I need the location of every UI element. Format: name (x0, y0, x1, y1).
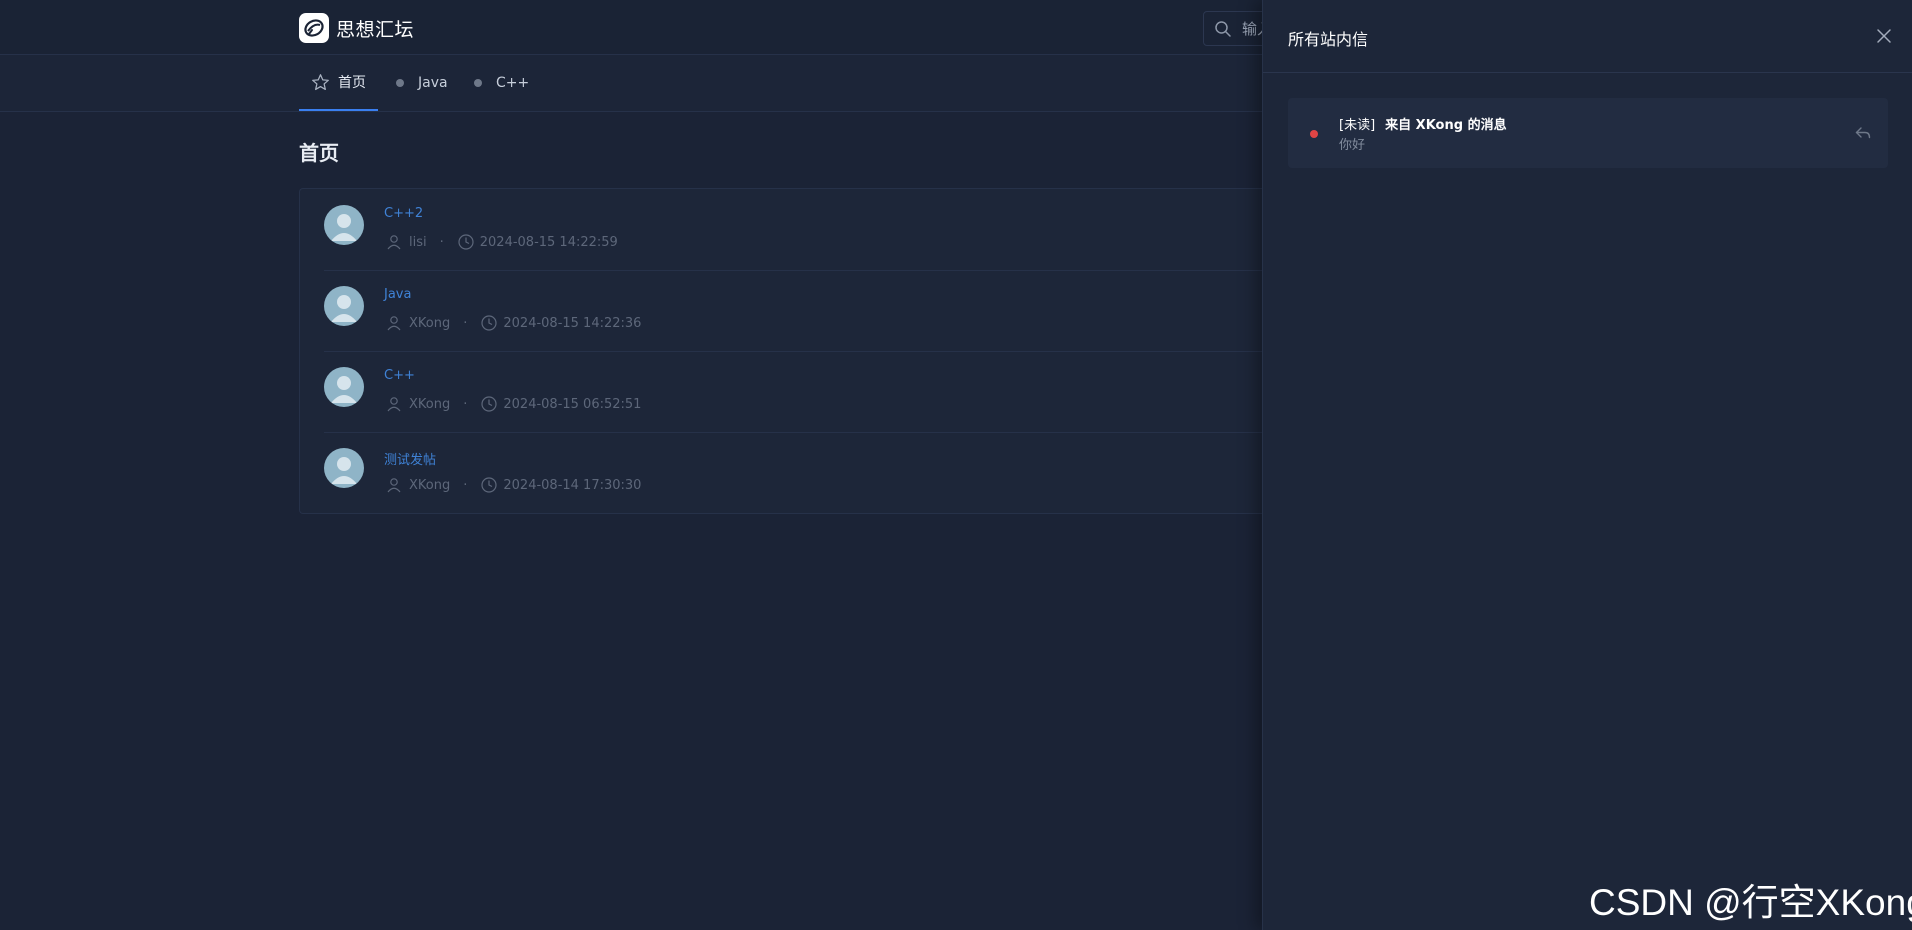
reply-icon[interactable] (1854, 124, 1872, 142)
post-meta: XKong · 2024-08-15 06:52:51 (386, 395, 641, 413)
close-icon[interactable] (1875, 27, 1893, 45)
user-icon (387, 316, 401, 331)
tab-java[interactable]: Java (396, 55, 448, 111)
post-title[interactable]: Java (384, 287, 411, 302)
post-author[interactable]: lisi (409, 235, 427, 250)
list-item: 测试发帖 XKong · 2024-08-14 17:30:30 (324, 432, 1300, 513)
brand-name: 思想汇坛 (336, 18, 415, 41)
post-meta: lisi · 2024-08-15 14:22:59 (386, 233, 618, 251)
post-meta: XKong · 2024-08-14 17:30:30 (386, 476, 641, 494)
post-time: 2024-08-15 06:52:51 (503, 396, 642, 412)
tab-java-label: Java (418, 75, 448, 91)
user-icon (387, 397, 401, 412)
brand-logo[interactable]: 思想汇坛 (299, 13, 414, 43)
drawer-title: 所有站内信 (1288, 30, 1369, 49)
list-item: Java XKong · 2024-08-15 14:22:36 (324, 270, 1300, 352)
unread-indicator (1310, 130, 1318, 138)
meta-separator: · (463, 477, 468, 493)
watermark-text: CSDN @行空XKong (1589, 882, 1912, 923)
avatar[interactable] (324, 367, 364, 407)
meta-separator: · (439, 234, 444, 250)
page-title: 首页 (299, 141, 339, 165)
leaf-chat-icon (299, 13, 329, 43)
post-author[interactable]: XKong (409, 397, 450, 412)
message-body: 你好 (1339, 138, 1366, 153)
message-title: [未读] 来自 XKong 的消息 (1339, 114, 1507, 133)
user-icon (387, 235, 401, 250)
post-title[interactable]: 测试发帖 (384, 449, 436, 468)
list-item: C++ XKong · 2024-08-15 06:52:51 (324, 351, 1300, 433)
messages-drawer: 所有站内信 [未读] 来自 XKong 的消息 你好 (1262, 0, 1912, 930)
post-time: 2024-08-15 14:22:59 (479, 234, 618, 250)
message-item[interactable]: [未读] 来自 XKong 的消息 你好 (1288, 98, 1888, 168)
search-icon (1215, 20, 1231, 37)
tab-cpp-label: C++ (496, 75, 530, 91)
post-list: C++2 lisi · 2024-08-15 14:22:59 Java XKo… (299, 188, 1300, 514)
dot-icon (474, 79, 482, 87)
clock-icon (481, 396, 497, 412)
post-time: 2024-08-15 14:22:36 (503, 315, 642, 331)
tab-home[interactable]: 首页 (299, 55, 378, 111)
meta-separator: · (463, 315, 468, 331)
post-title[interactable]: C++ (384, 368, 415, 383)
post-title[interactable]: C++2 (384, 206, 423, 221)
post-author[interactable]: XKong (409, 478, 450, 493)
user-icon (387, 478, 401, 493)
tab-cpp[interactable]: C++ (474, 55, 529, 111)
tab-home-label: 首页 (338, 75, 366, 91)
post-meta: XKong · 2024-08-15 14:22:36 (386, 314, 641, 332)
message-subject: 来自 XKong 的消息 (1385, 118, 1507, 133)
post-author[interactable]: XKong (409, 316, 450, 331)
unread-tag: [未读] (1339, 118, 1376, 133)
post-time: 2024-08-14 17:30:30 (503, 477, 642, 493)
star-icon (312, 73, 329, 90)
clock-icon (481, 315, 497, 331)
dot-icon (396, 79, 404, 87)
drawer-header: 所有站内信 (1263, 0, 1912, 73)
clock-icon (481, 477, 497, 493)
avatar[interactable] (324, 205, 364, 245)
meta-separator: · (463, 396, 468, 412)
avatar[interactable] (324, 448, 364, 488)
list-item: C++2 lisi · 2024-08-15 14:22:59 (324, 189, 1300, 271)
clock-icon (458, 234, 474, 250)
avatar[interactable] (324, 286, 364, 326)
